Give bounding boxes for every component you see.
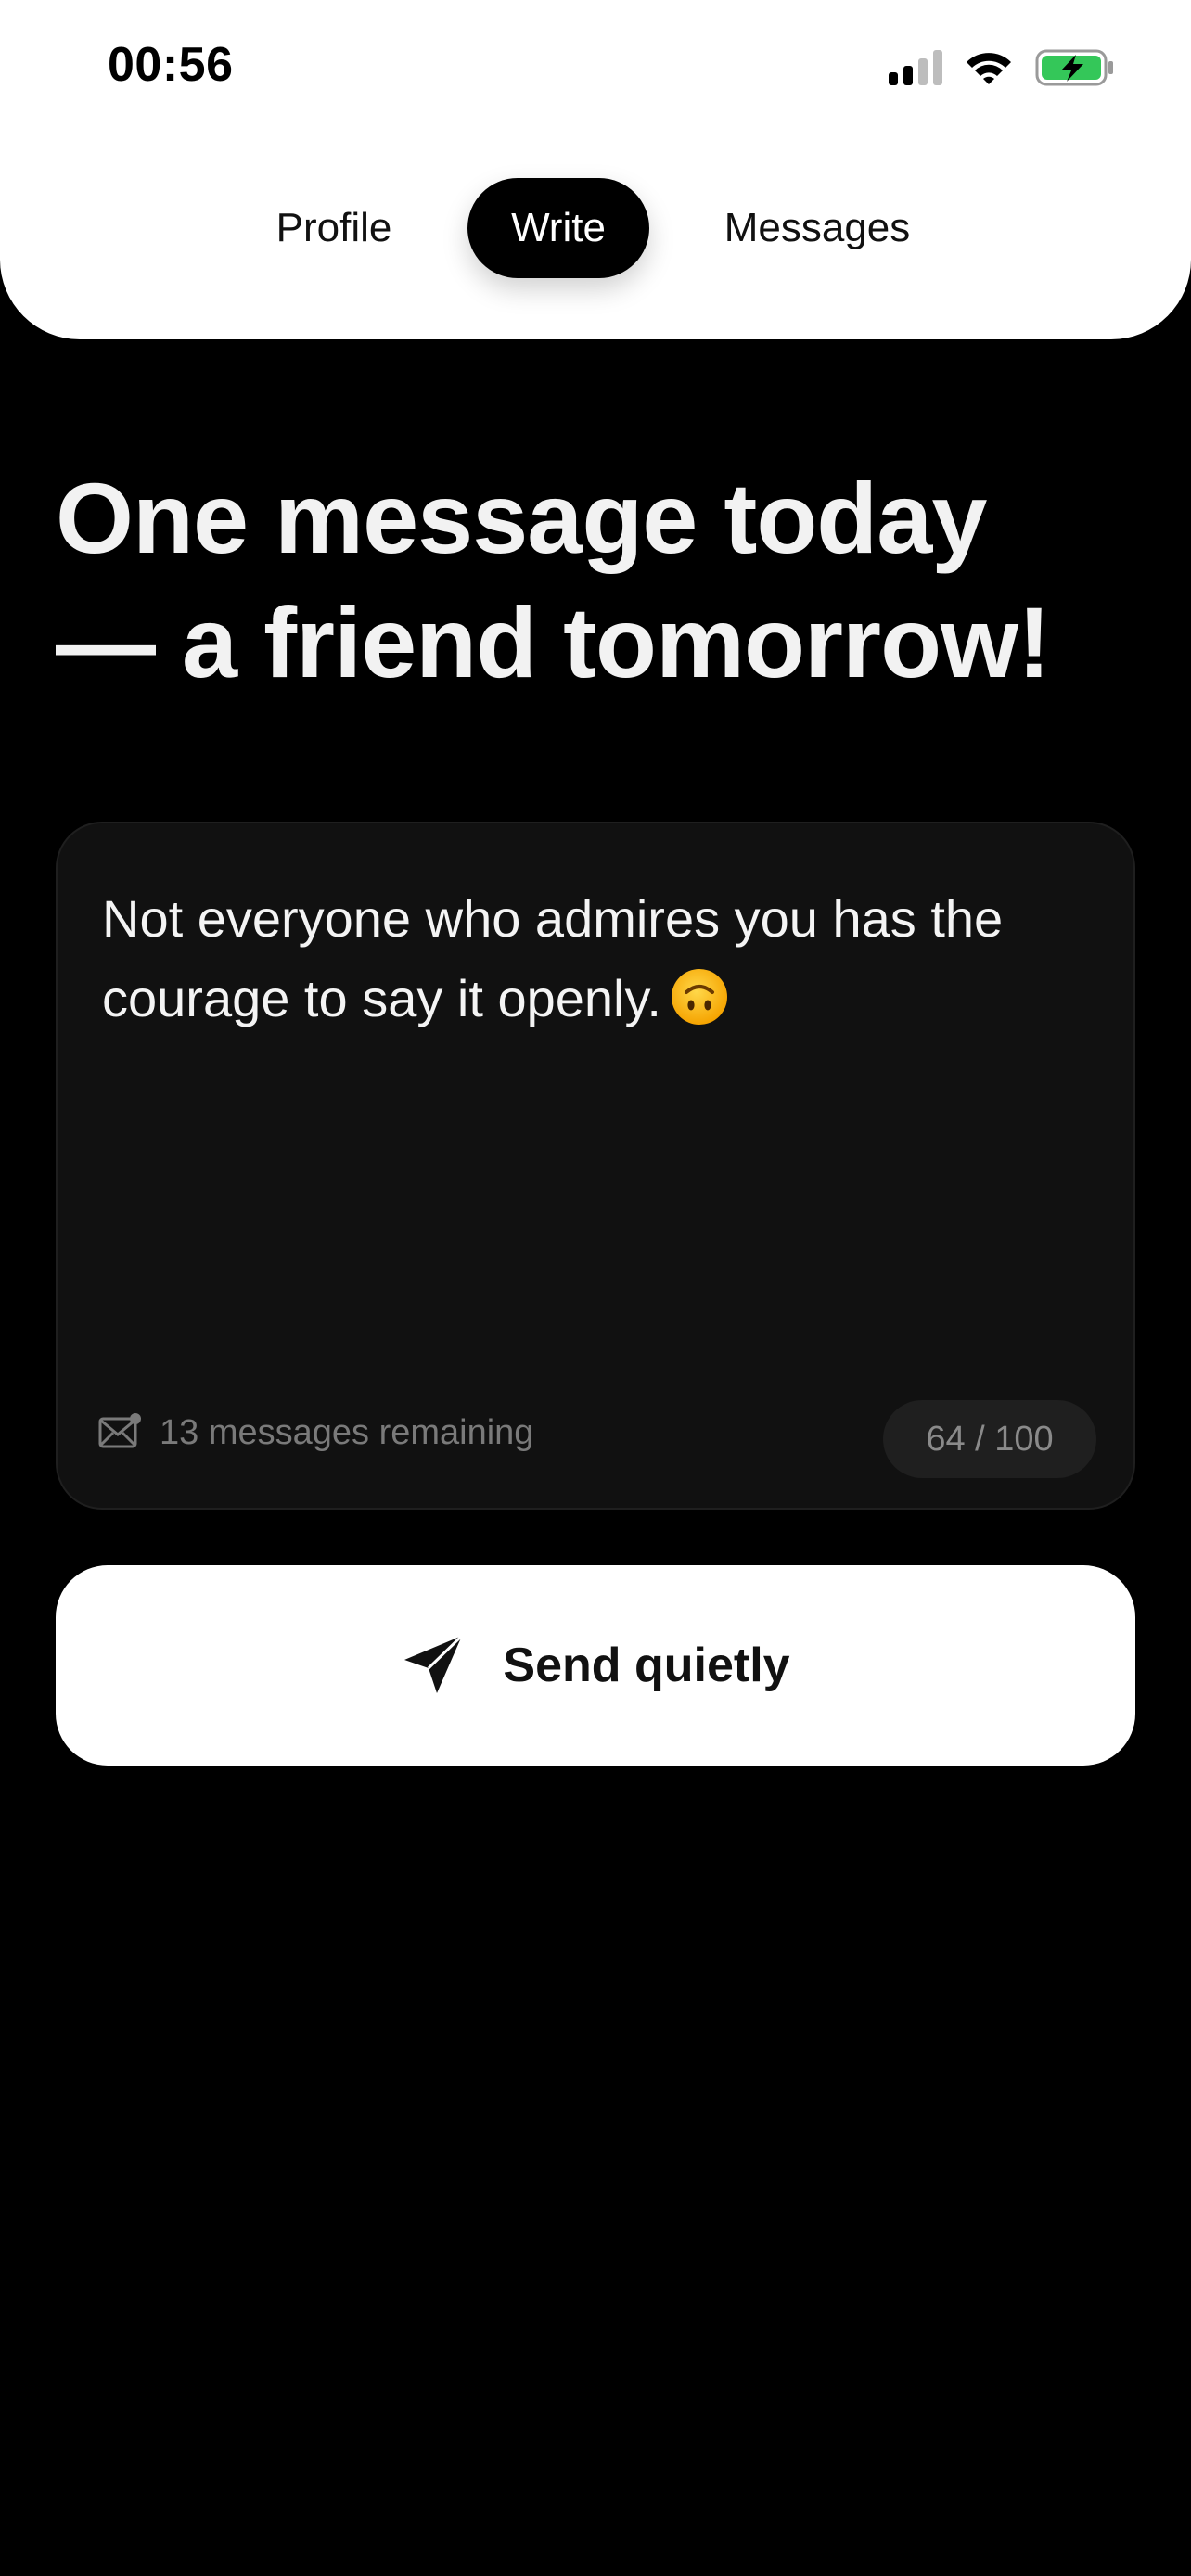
battery-charging-icon	[1035, 49, 1115, 86]
tab-messages[interactable]: Messages	[703, 178, 931, 278]
tab-profile[interactable]: Profile	[250, 178, 417, 278]
status-time: 00:56	[108, 38, 234, 92]
character-counter: 64 / 100	[883, 1400, 1096, 1478]
message-composer-card[interactable]: Not everyone who admires you has the cou…	[56, 822, 1135, 1510]
tab-bar: Profile Write Messages	[0, 178, 1191, 278]
headline-line-2: — a friend tomorrow!	[56, 586, 1051, 698]
tab-write[interactable]: Write	[467, 178, 649, 278]
upside-down-face-icon	[671, 968, 728, 1026]
remaining-info: 13 messages remaining	[98, 1409, 533, 1456]
message-text: Not everyone who admires you has the cou…	[102, 889, 1004, 1027]
headline-line-1: One message today	[56, 462, 987, 574]
send-icon	[401, 1632, 466, 1700]
top-navigation-panel: 00:56 Profile Write Messages	[0, 0, 1191, 339]
page-headline: One message today — a friend tomorrow!	[56, 456, 1150, 705]
envelope-icon	[98, 1412, 141, 1454]
wifi-icon	[965, 50, 1013, 85]
send-quietly-button[interactable]: Send quietly	[56, 1565, 1135, 1766]
status-icons	[889, 45, 1115, 91]
send-button-label: Send quietly	[503, 1639, 790, 1692]
messages-remaining-label: 13 messages remaining	[160, 1412, 534, 1452]
cellular-signal-icon	[889, 50, 942, 85]
message-input[interactable]: Not everyone who admires you has the cou…	[102, 879, 1085, 1039]
